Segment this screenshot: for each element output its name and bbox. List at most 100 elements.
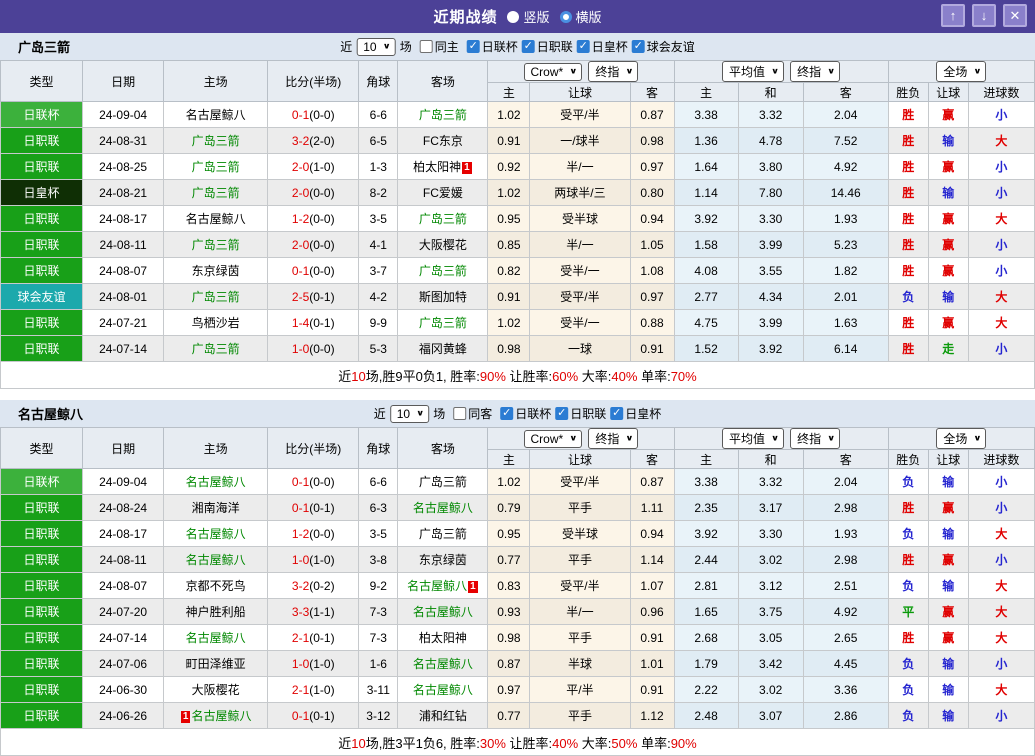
scope-select-group: 全场 ∨ bbox=[887, 427, 1035, 450]
match-row: 日职联 24-08-17 名古屋鲸八 1-2(0-0) 3-5 广岛三箭 0.9… bbox=[0, 520, 1035, 547]
handicap-line: 一球 bbox=[529, 335, 631, 362]
away-team-name: 广岛三箭 bbox=[418, 475, 467, 489]
result-handicap: 输 bbox=[927, 468, 969, 495]
scope-select[interactable]: 全场 ∨ bbox=[936, 428, 987, 449]
horizontal-layout-radio[interactable]: 横版 bbox=[559, 7, 602, 26]
handicap-home-odds: 1.02 bbox=[487, 309, 531, 336]
chevron-down-icon: ∨ bbox=[973, 67, 982, 76]
checkbox-checked-icon[interactable]: ✓ bbox=[521, 40, 535, 53]
home-team-cell: 名古屋鲸八 bbox=[163, 468, 269, 495]
odds-time-select[interactable]: 终指 ∨ bbox=[588, 428, 639, 449]
odds-time-select[interactable]: 终指 ∨ bbox=[588, 61, 639, 82]
league-filter-label: 日职联 bbox=[570, 407, 607, 421]
match-row: 日职联 24-08-24 湘南海洋 0-1(0-1) 6-3 名古屋鲸八 0.7… bbox=[0, 494, 1035, 521]
checkbox-checked-icon[interactable]: ✓ bbox=[500, 407, 514, 420]
col-score: 比分(半场) bbox=[267, 427, 360, 469]
col-result-handicap: 让球 bbox=[927, 449, 969, 469]
scope-select-group: 全场 ∨ bbox=[887, 60, 1035, 83]
same-venue-checkbox[interactable]: 同客 bbox=[453, 405, 492, 422]
checkbox-checked-icon[interactable]: ✓ bbox=[555, 407, 569, 420]
league-filter-checkbox[interactable]: ✓ 日职联 bbox=[555, 405, 606, 422]
match-type-cell: 日职联 bbox=[0, 572, 84, 599]
result-handicap: 输 bbox=[927, 676, 969, 703]
match-type-cell: 日职联 bbox=[0, 153, 84, 180]
result-goals: 大 bbox=[967, 205, 1035, 232]
corner-score: 3-7 bbox=[358, 257, 399, 284]
home-team-name: 名古屋鲸八 bbox=[185, 475, 246, 489]
match-date: 24-08-17 bbox=[82, 205, 165, 232]
halftime-score: (0-1) bbox=[309, 708, 335, 723]
handicap-away-odds: 0.87 bbox=[629, 468, 675, 495]
near-label: 近 bbox=[340, 40, 353, 54]
result-handicap: 输 bbox=[927, 283, 969, 310]
halftime-score: (0-0) bbox=[309, 263, 335, 278]
summary-odd-rate: 70% bbox=[670, 368, 697, 384]
average-time-select[interactable]: 终指 ∨ bbox=[790, 61, 841, 82]
halftime-score: (0-1) bbox=[309, 630, 335, 645]
league-filter-checkbox[interactable]: ✓ 球会友谊 bbox=[631, 38, 695, 55]
checkbox-checked-icon[interactable]: ✓ bbox=[576, 40, 590, 53]
checkbox-checked-icon[interactable]: ✓ bbox=[631, 40, 645, 53]
handicap-home-odds: 0.98 bbox=[487, 335, 531, 362]
radio-unselected-icon[interactable] bbox=[559, 10, 572, 23]
average-time-select[interactable]: 终指 ∨ bbox=[790, 428, 841, 449]
vertical-layout-radio[interactable]: 竖版 bbox=[507, 7, 550, 26]
home-team-cell: 广岛三箭 bbox=[163, 127, 269, 154]
close-button[interactable]: ✕ bbox=[1003, 4, 1027, 27]
league-filter-checkbox[interactable]: ✓ 日皇杯 bbox=[610, 405, 661, 422]
handicap-away-odds: 0.91 bbox=[629, 335, 675, 362]
handicap-line: 平/半 bbox=[529, 676, 631, 703]
chevron-down-icon: ∨ bbox=[827, 434, 836, 443]
recent-count-select[interactable]: 10 ∨ bbox=[356, 37, 396, 56]
average-select[interactable]: 平均值 ∨ bbox=[722, 61, 785, 82]
handicap-away-odds: 1.01 bbox=[629, 650, 675, 677]
checkbox-checked-icon[interactable]: ✓ bbox=[610, 407, 624, 420]
odds-source-select[interactable]: Crow* ∨ bbox=[523, 429, 583, 448]
odds-source-select[interactable]: Crow* ∨ bbox=[523, 62, 583, 81]
move-down-button[interactable]: ↓ bbox=[972, 4, 996, 27]
move-up-button[interactable]: ↑ bbox=[941, 4, 965, 27]
avg-away-odds: 2.04 bbox=[802, 468, 889, 495]
col-result: 胜负 bbox=[887, 449, 929, 469]
average-select[interactable]: 平均值 ∨ bbox=[722, 428, 785, 449]
checkbox-unchecked-icon[interactable] bbox=[419, 40, 433, 53]
result-goals: 小 bbox=[967, 468, 1035, 495]
halftime-score: (1-0) bbox=[309, 159, 335, 174]
corner-score: 7-3 bbox=[358, 624, 399, 651]
result-handicap: 输 bbox=[927, 179, 969, 206]
league-filter-checkbox[interactable]: ✓ 日皇杯 bbox=[576, 38, 628, 55]
odds-source-value: Crow* bbox=[530, 64, 564, 79]
avg-draw-odds: 3.99 bbox=[737, 309, 804, 336]
fulltime-score: 0-1 bbox=[291, 107, 310, 122]
match-type-cell: 日皇杯 bbox=[0, 179, 84, 206]
result-goals: 大 bbox=[967, 520, 1035, 547]
home-team-cell: 湘南海洋 bbox=[163, 494, 269, 521]
league-filter-checkbox[interactable]: ✓ 日职联 bbox=[521, 38, 573, 55]
average-select-group: 平均值 ∨ 终指 ∨ bbox=[673, 427, 889, 450]
league-filter-checkbox[interactable]: ✓ 日联杯 bbox=[500, 405, 551, 422]
avg-home-odds: 1.79 bbox=[673, 650, 739, 677]
result-handicap: 赢 bbox=[927, 624, 969, 651]
match-type-cell: 日职联 bbox=[0, 546, 84, 573]
home-team-cell: 京都不死鸟 bbox=[163, 572, 269, 599]
radio-selected-icon[interactable] bbox=[507, 10, 520, 23]
home-team-cell: 名古屋鲸八 bbox=[163, 520, 269, 547]
score-cell: 0-1(0-1) bbox=[267, 494, 360, 521]
checkbox-unchecked-icon[interactable] bbox=[453, 407, 467, 420]
recent-count-select[interactable]: 10 ∨ bbox=[389, 404, 430, 423]
col-result-handicap: 让球 bbox=[927, 82, 969, 102]
scope-select[interactable]: 全场 ∨ bbox=[936, 61, 987, 82]
halftime-score: (1-0) bbox=[309, 682, 335, 697]
summary-text: 让胜率: bbox=[505, 368, 553, 384]
league-filter-checkbox[interactable]: ✓ 日联杯 bbox=[466, 38, 518, 55]
average-value: 平均值 bbox=[729, 65, 766, 79]
halftime-score: (1-0) bbox=[309, 552, 335, 567]
same-venue-checkbox[interactable]: 同主 bbox=[419, 38, 459, 55]
away-team-name: 名古屋鲸八 bbox=[407, 579, 468, 593]
checkbox-checked-icon[interactable]: ✓ bbox=[466, 40, 480, 53]
filter-controls: 近 10 ∨ 场 同主 ✓ 日联杯 ✓ 日职联 ✓ 日皇杯 ✓ 球会友谊 bbox=[340, 37, 695, 56]
result-goals: 小 bbox=[967, 153, 1035, 180]
avg-draw-odds: 3.07 bbox=[737, 702, 804, 729]
match-date: 24-08-11 bbox=[82, 546, 165, 573]
handicap-away-odds: 1.08 bbox=[629, 257, 675, 284]
